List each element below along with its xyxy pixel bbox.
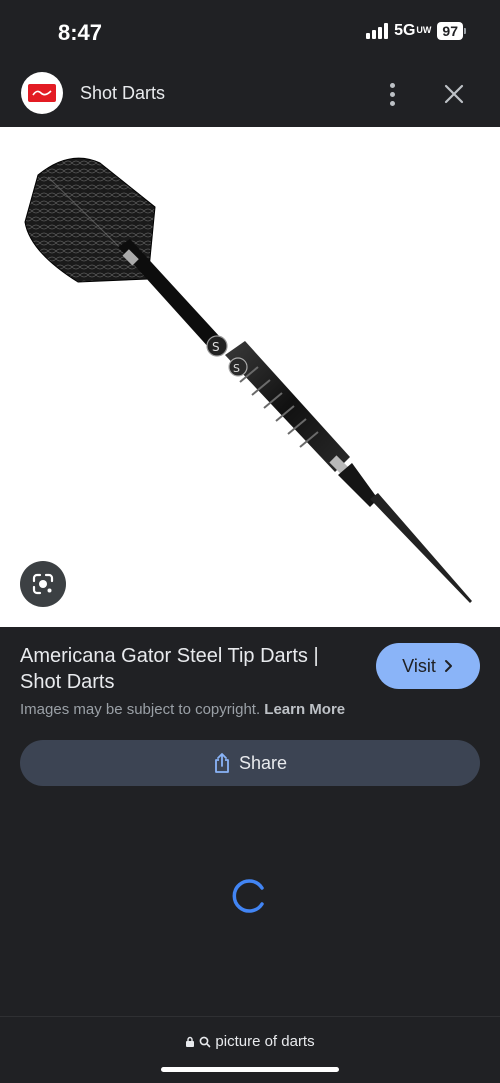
site-name[interactable]: Shot Darts [80, 83, 165, 104]
result-header: Shot Darts [0, 66, 500, 126]
address-bar[interactable]: picture of darts [0, 1033, 500, 1050]
cell-signal-icon [366, 23, 389, 39]
google-lens-icon[interactable] [20, 561, 66, 607]
url-text: picture of darts [215, 1033, 315, 1050]
loading-spinner-icon [232, 879, 264, 913]
battery-level: 97 [437, 22, 463, 40]
battery-icon: 97 [437, 22, 466, 40]
status-time: 8:47 [58, 20, 103, 45]
learn-more-link[interactable]: Learn More [264, 701, 345, 718]
chevron-right-icon [444, 660, 452, 672]
product-image[interactable]: S S [0, 127, 500, 627]
browser-bottom-bar: picture of darts [0, 1016, 500, 1083]
visit-button[interactable]: Visit [376, 643, 480, 689]
status-indicators: 5GUW 97 [366, 22, 466, 40]
close-icon[interactable] [440, 80, 468, 108]
home-indicator[interactable] [161, 1067, 339, 1072]
network-type: 5GUW [394, 22, 432, 39]
svg-text:S: S [212, 340, 220, 354]
lock-icon [186, 1036, 195, 1047]
share-label: Share [238, 752, 288, 773]
copyright-notice: Images may be subject to copyright. Lear… [20, 701, 345, 718]
visit-button-label: Visit [402, 655, 436, 676]
shot-darts-logo-icon[interactable] [21, 72, 63, 114]
copyright-text: Images may be subject to copyright. [20, 701, 261, 718]
result-title[interactable]: Americana Gator Steel Tip Darts | Shot D… [20, 643, 360, 695]
status-bar: 8:47 5GUW 97 [0, 0, 500, 66]
dart-image: S S [24, 157, 472, 603]
search-icon [199, 1036, 211, 1047]
share-icon [215, 753, 229, 773]
svg-text:S: S [233, 362, 240, 375]
share-button[interactable]: Share [20, 740, 480, 786]
more-vert-icon[interactable] [380, 80, 404, 108]
